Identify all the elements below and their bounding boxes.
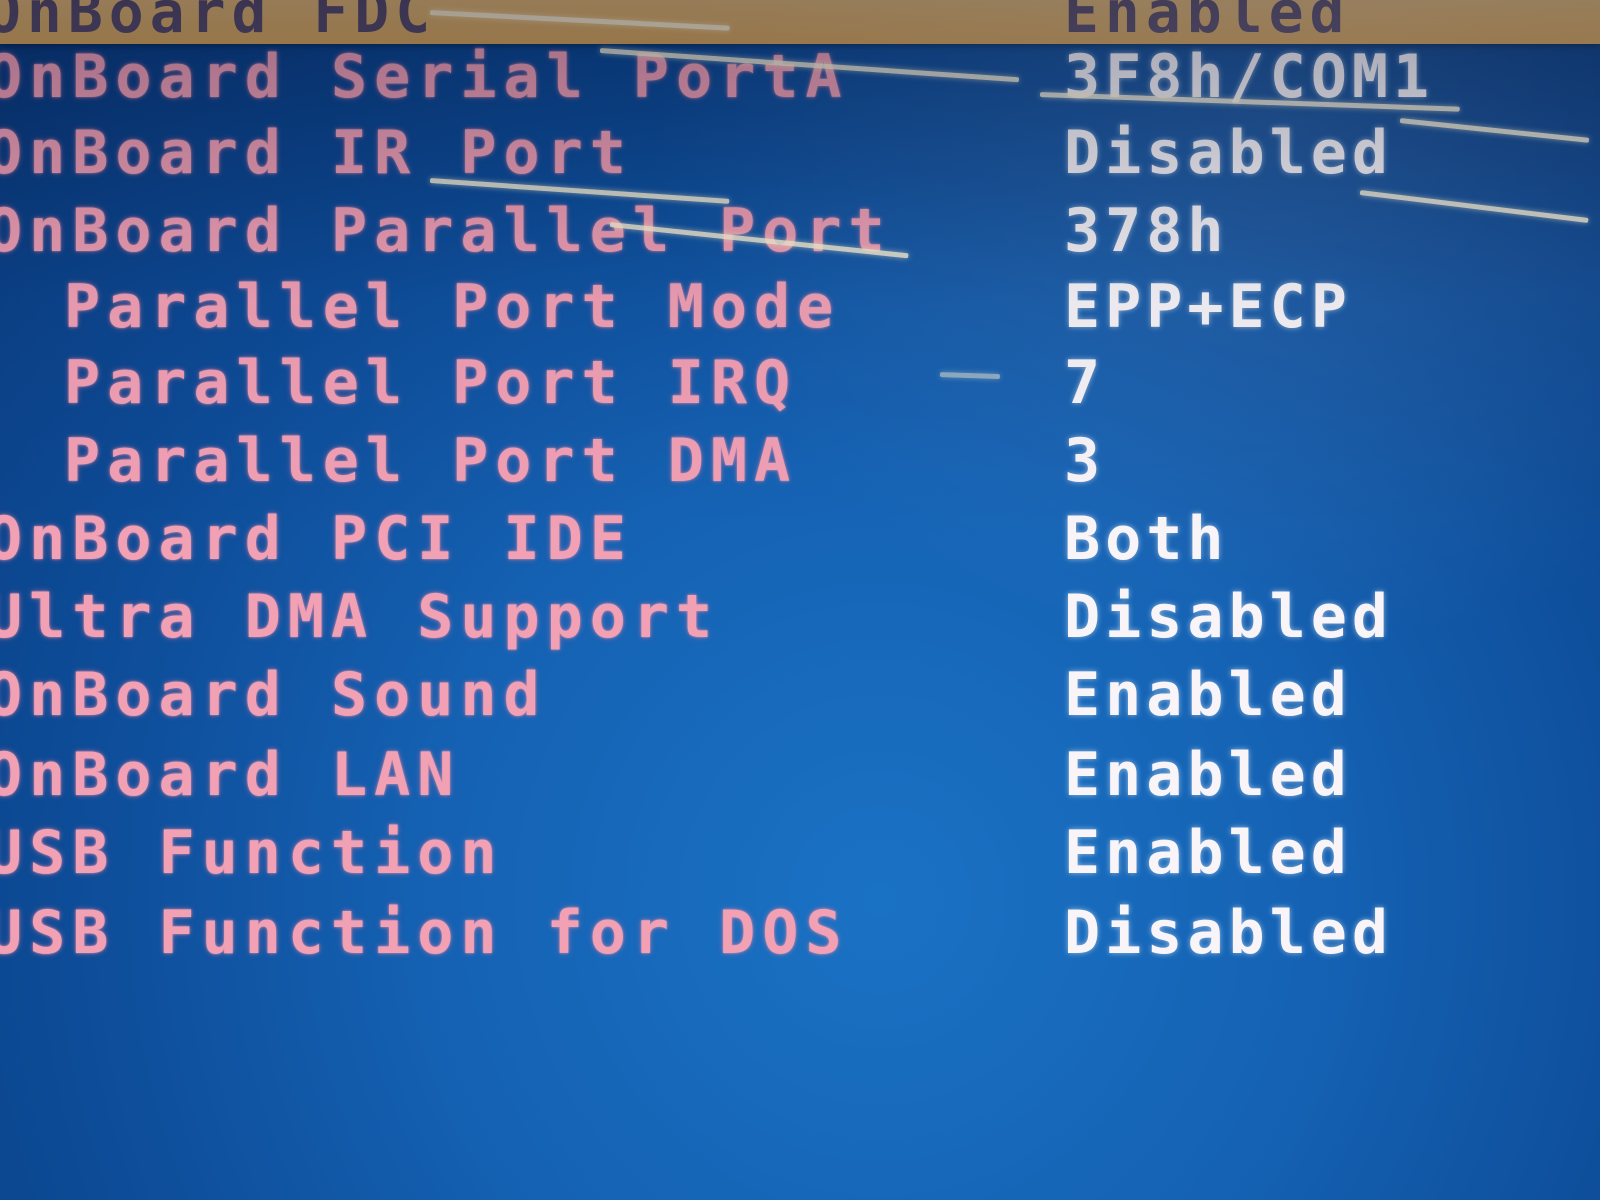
setting-label-parallel-port-mode: Parallel Port Mode (64, 272, 841, 342)
setting-value-onboard-lan[interactable]: Enabled (1064, 740, 1352, 810)
setting-label-parallel-port: OnBoard Parallel Port (0, 196, 892, 266)
setting-row-ultra-dma[interactable]: Ultra DMA Support Disabled (0, 582, 1600, 654)
setting-row-usb-function[interactable]: USB Function Enabled (0, 818, 1600, 890)
setting-row-parallel-port[interactable]: OnBoard Parallel Port 378h (0, 196, 1600, 268)
setting-value-onboard-sound[interactable]: Enabled (1064, 660, 1352, 730)
setting-label-usb-function-dos: USB Function for DOS (0, 898, 849, 968)
setting-label-onboard-lan: OnBoard LAN (0, 740, 461, 810)
setting-label-parallel-port-irq: Parallel Port IRQ (64, 348, 798, 418)
setting-value-pci-ide[interactable]: Both (1064, 504, 1229, 574)
setting-label-ir-port: OnBoard IR Port (0, 118, 633, 188)
selected-setting-row[interactable]: OnBoard FDC Enabled (0, 0, 1600, 46)
setting-label-parallel-port-dma: Parallel Port DMA (64, 426, 798, 496)
setting-value-usb-function-dos[interactable]: Disabled (1064, 898, 1393, 968)
setting-label-ultra-dma: Ultra DMA Support (0, 582, 720, 652)
setting-value-parallel-port-dma[interactable]: 3 (1064, 426, 1105, 496)
setting-value-onboard-fdc[interactable]: Enabled (1064, 0, 1350, 46)
setting-row-usb-function-dos[interactable]: USB Function for DOS Disabled (0, 898, 1600, 970)
bios-screen: OnBoard FDC Enabled OnBoard Serial PortA… (0, 0, 1600, 1200)
setting-row-parallel-port-irq[interactable]: Parallel Port IRQ 7 (0, 348, 1600, 420)
setting-value-ir-port[interactable]: Disabled (1064, 118, 1393, 188)
setting-row-pci-ide[interactable]: OnBoard PCI IDE Both (0, 504, 1600, 576)
setting-value-ultra-dma[interactable]: Disabled (1064, 582, 1393, 652)
setting-label-serial-port: OnBoard Serial PortA (0, 42, 849, 112)
setting-label-onboard-fdc: OnBoard FDC (0, 0, 437, 46)
setting-label-pci-ide: OnBoard PCI IDE (0, 504, 633, 574)
setting-row-parallel-port-mode[interactable]: Parallel Port Mode EPP+ECP (0, 272, 1600, 344)
setting-value-parallel-port-irq[interactable]: 7 (1064, 348, 1105, 418)
setting-value-parallel-port[interactable]: 378h (1064, 196, 1229, 266)
setting-row-parallel-port-dma[interactable]: Parallel Port DMA 3 (0, 426, 1600, 498)
setting-row-onboard-lan[interactable]: OnBoard LAN Enabled (0, 740, 1600, 812)
setting-row-onboard-sound[interactable]: OnBoard Sound Enabled (0, 660, 1600, 732)
setting-label-onboard-sound: OnBoard Sound (0, 660, 547, 730)
setting-value-parallel-port-mode[interactable]: EPP+ECP (1064, 272, 1352, 342)
setting-row-ir-port[interactable]: OnBoard IR Port Disabled (0, 118, 1600, 190)
setting-value-usb-function[interactable]: Enabled (1064, 818, 1352, 888)
setting-label-usb-function: USB Function (0, 818, 504, 888)
